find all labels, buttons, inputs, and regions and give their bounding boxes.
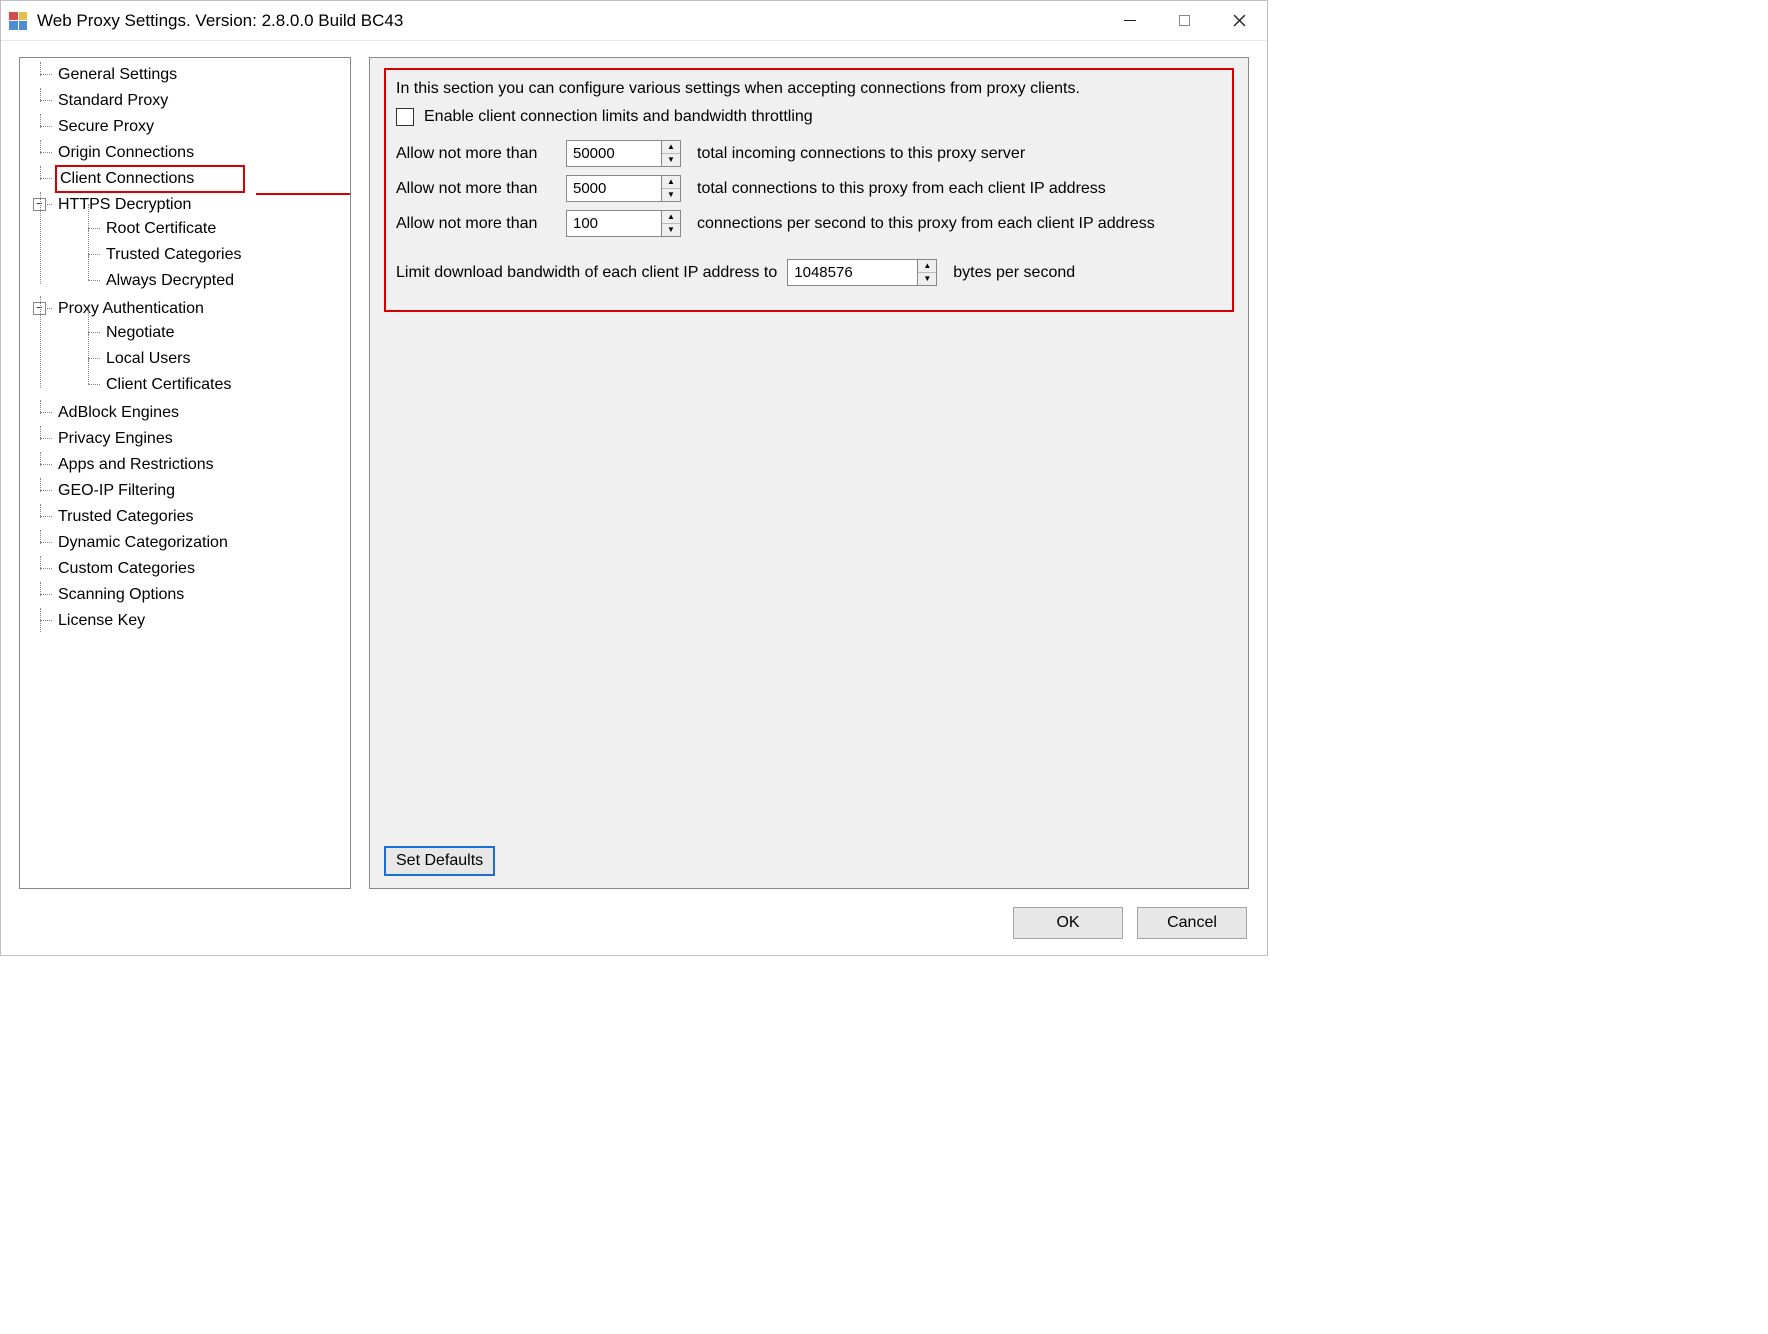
bandwidth-limit-up[interactable]: ▲ (918, 260, 936, 273)
proxy-settings-window: Web Proxy Settings. Version: 2.8.0.0 Bui… (0, 0, 1268, 956)
ok-button[interactable]: OK (1013, 907, 1123, 939)
tree-item[interactable]: Privacy Engines (30, 426, 350, 452)
dialog-footer: OK Cancel (1, 897, 1267, 955)
minimize-button[interactable] (1102, 1, 1157, 40)
tree-item-label: General Settings (58, 66, 177, 83)
section-description: In this section you can configure variou… (396, 80, 1222, 98)
tree-item-label: Negotiate (106, 324, 175, 341)
close-button[interactable] (1212, 1, 1267, 40)
tree-expander[interactable]: − (33, 198, 46, 211)
app-icon (9, 12, 27, 30)
tree-item[interactable]: Trusted Categories (78, 242, 350, 268)
maximize-button[interactable] (1157, 1, 1212, 40)
per-ip-connections-prelabel: Allow not more than (396, 180, 556, 198)
enable-limits-checkbox[interactable] (396, 108, 414, 126)
total-connections-up[interactable]: ▲ (662, 141, 680, 154)
bandwidth-limit-down[interactable]: ▼ (918, 273, 936, 285)
tree-item-label: Proxy Authentication (58, 300, 204, 317)
per-ip-rate-postlabel: connections per second to this proxy fro… (697, 215, 1155, 233)
content-panel: In this section you can configure variou… (369, 57, 1249, 889)
tree-item[interactable]: Secure Proxy (30, 114, 350, 140)
tree-item-label: HTTPS Decryption (58, 196, 191, 213)
tree-item[interactable]: GEO-IP Filtering (30, 478, 350, 504)
tree-item[interactable]: Negotiate (78, 320, 350, 346)
cancel-button[interactable]: Cancel (1137, 907, 1247, 939)
tree-item-label: GEO-IP Filtering (58, 482, 175, 499)
set-defaults-button[interactable]: Set Defaults (384, 846, 495, 876)
tree-item-label: Local Users (106, 350, 190, 367)
tree-item-label: Secure Proxy (58, 118, 154, 135)
tree-item[interactable]: Apps and Restrictions (30, 452, 350, 478)
tree-item-label: Standard Proxy (58, 92, 168, 109)
tree-item[interactable]: Custom Categories (30, 556, 350, 582)
tree-item[interactable]: General Settings (30, 62, 350, 88)
tree-item-label: AdBlock Engines (58, 404, 179, 421)
per-ip-rate-prelabel: Allow not more than (396, 215, 556, 233)
tree-item[interactable]: Local Users (78, 346, 350, 372)
tree-item[interactable]: Trusted Categories (30, 504, 350, 530)
tree-expander[interactable]: − (33, 302, 46, 315)
titlebar: Web Proxy Settings. Version: 2.8.0.0 Bui… (1, 1, 1267, 41)
tree-item[interactable]: Scanning Options (30, 582, 350, 608)
tree-item[interactable]: Always Decrypted (78, 268, 350, 294)
total-connections-down[interactable]: ▼ (662, 154, 680, 166)
tree-item-label: Origin Connections (58, 144, 194, 161)
total-connections-prelabel: Allow not more than (396, 145, 556, 163)
per-ip-connections-down[interactable]: ▼ (662, 189, 680, 201)
total-connections-input[interactable] (566, 140, 661, 167)
tree-item[interactable]: Client Certificates (78, 372, 350, 398)
enable-limits-label: Enable client connection limits and band… (424, 108, 813, 126)
tree-item[interactable]: −HTTPS Decryption Root Certificate Trusted… (30, 192, 350, 296)
tree-item-label: Scanning Options (58, 586, 184, 603)
highlight-connector (256, 193, 351, 195)
tree-item-label: Trusted Categories (106, 246, 241, 263)
body-area: General Settings Standard Proxy Secure Pro… (1, 41, 1267, 897)
tree-item[interactable]: Standard Proxy (30, 88, 350, 114)
tree-item[interactable]: Client Connections (30, 166, 350, 192)
per-ip-rate-input[interactable] (566, 210, 661, 237)
bandwidth-limit-postlabel: bytes per second (953, 264, 1075, 282)
per-ip-connections-up[interactable]: ▲ (662, 176, 680, 189)
tree-item[interactable]: Origin Connections (30, 140, 350, 166)
bandwidth-limit-prelabel: Limit download bandwidth of each client … (396, 264, 777, 282)
client-connections-section: In this section you can configure variou… (384, 68, 1234, 312)
per-ip-connections-postlabel: total connections to this proxy from eac… (697, 180, 1106, 198)
tree-item-label: Client Connections (58, 168, 242, 190)
tree-item-label: Privacy Engines (58, 430, 173, 447)
window-controls (1102, 1, 1267, 40)
per-ip-rate-down[interactable]: ▼ (662, 224, 680, 236)
tree-item-label: License Key (58, 612, 145, 629)
tree-item-label: Dynamic Categorization (58, 534, 228, 551)
tree-item-label: Apps and Restrictions (58, 456, 214, 473)
total-connections-postlabel: total incoming connections to this proxy… (697, 145, 1025, 163)
per-ip-connections-input[interactable] (566, 175, 661, 202)
tree-item[interactable]: License Key (30, 608, 350, 634)
tree-item-label: Trusted Categories (58, 508, 193, 525)
tree-item-label: Custom Categories (58, 560, 195, 577)
tree-item-label: Always Decrypted (106, 272, 234, 289)
tree-item-label: Root Certificate (106, 220, 216, 237)
tree-item[interactable]: Root Certificate (78, 216, 350, 242)
tree-item[interactable]: −Proxy Authentication Negotiate Local User… (30, 296, 350, 400)
window-title: Web Proxy Settings. Version: 2.8.0.0 Bui… (37, 11, 1102, 31)
tree-item[interactable]: Dynamic Categorization (30, 530, 350, 556)
tree-item[interactable]: AdBlock Engines (30, 400, 350, 426)
per-ip-rate-up[interactable]: ▲ (662, 211, 680, 224)
tree-item-label: Client Certificates (106, 376, 231, 393)
bandwidth-limit-input[interactable] (787, 259, 917, 286)
settings-tree[interactable]: General Settings Standard Proxy Secure Pro… (19, 57, 351, 889)
